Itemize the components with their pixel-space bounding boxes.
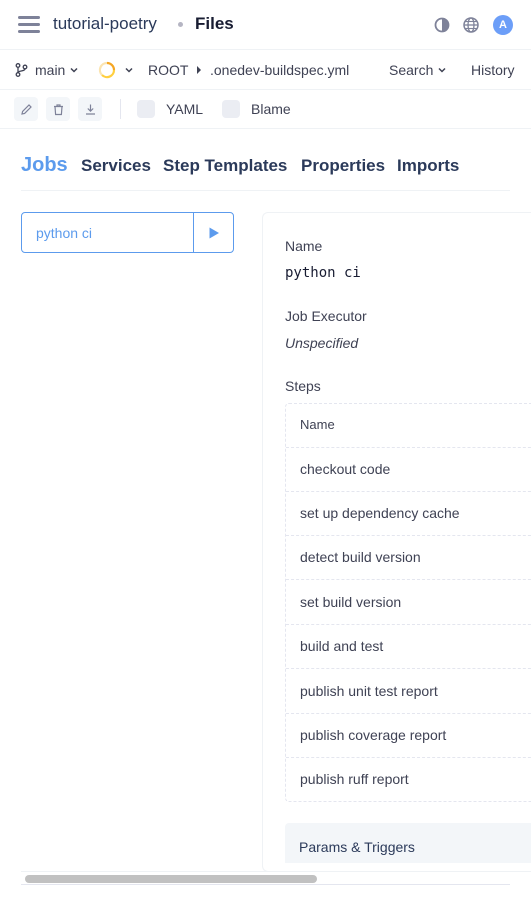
step-name: publish ruff report xyxy=(300,771,409,787)
build-status-selector[interactable] xyxy=(98,61,134,79)
steps-header-name: Name xyxy=(300,417,335,432)
buildspec-tabs: Jobs Services Step Templates Properties … xyxy=(21,152,510,191)
step-name: checkout code xyxy=(300,461,391,477)
name-value: python ci xyxy=(285,265,361,281)
job-detail-panel: Name python ci Job Executor Unspecified … xyxy=(262,212,531,872)
blame-label[interactable]: Blame xyxy=(251,101,291,117)
chevron-down-icon xyxy=(70,67,78,73)
edit-button[interactable] xyxy=(14,97,38,121)
menu-icon[interactable] xyxy=(18,14,40,34)
step-name: publish coverage report xyxy=(300,727,447,743)
name-label: Name xyxy=(285,238,323,254)
table-row[interactable]: set build version xyxy=(286,581,531,625)
project-breadcrumb[interactable]: tutorial-poetry xyxy=(53,14,157,34)
step-name: detect build version xyxy=(300,549,421,565)
executor-label: Job Executor xyxy=(285,308,367,324)
table-row[interactable]: checkout code xyxy=(286,448,531,492)
tab-imports[interactable]: Imports xyxy=(397,156,459,176)
download-icon xyxy=(85,104,95,115)
file-nav-bar: main ROOT .onedev-buildspec.yml Search H… xyxy=(0,50,531,90)
table-row[interactable]: set up dependency cache xyxy=(286,492,531,536)
blame-checkbox[interactable] xyxy=(222,100,240,118)
tab-properties[interactable]: Properties xyxy=(301,156,385,176)
executor-value: Unspecified xyxy=(285,335,359,351)
toolbar-divider xyxy=(120,99,121,119)
step-name: set up dependency cache xyxy=(300,505,460,521)
step-name: publish unit test report xyxy=(300,683,438,699)
tab-step-templates[interactable]: Step Templates xyxy=(163,156,287,176)
tab-jobs[interactable]: Jobs xyxy=(21,154,68,177)
page-title: Files xyxy=(195,14,234,33)
contrast-icon[interactable] xyxy=(432,15,452,35)
user-avatar[interactable]: A xyxy=(493,15,513,35)
chevron-down-icon xyxy=(125,67,133,73)
job-list-item: python ci xyxy=(21,212,234,253)
tab-services[interactable]: Services xyxy=(81,156,151,176)
branch-name: main xyxy=(35,62,66,78)
table-row[interactable]: publish ruff report xyxy=(286,758,531,802)
step-name: build and test xyxy=(300,638,384,654)
yaml-checkbox[interactable] xyxy=(137,100,155,118)
steps-label: Steps xyxy=(285,378,321,394)
params-triggers-section[interactable]: Params & Triggers xyxy=(285,823,531,863)
table-row[interactable]: build and test xyxy=(286,625,531,669)
yaml-label[interactable]: YAML xyxy=(166,101,203,117)
branch-icon xyxy=(15,63,28,77)
play-icon xyxy=(209,227,219,238)
delete-button[interactable] xyxy=(46,97,70,121)
horizontal-scrollbar[interactable] xyxy=(21,871,510,885)
params-triggers-label: Params & Triggers xyxy=(299,839,415,855)
steps-table: Name checkout code set up dependency cac… xyxy=(285,403,531,802)
table-row[interactable]: publish coverage report xyxy=(286,714,531,758)
search-label: Search xyxy=(389,62,434,78)
download-button[interactable] xyxy=(78,97,102,121)
history-link[interactable]: History xyxy=(471,62,515,78)
breadcrumb-separator xyxy=(178,22,183,27)
step-name: set build version xyxy=(300,594,402,610)
top-bar: tutorial-poetry Files A xyxy=(0,0,531,50)
file-toolbar: YAML Blame xyxy=(0,90,531,129)
search-button[interactable]: Search xyxy=(389,62,447,78)
path-root[interactable]: ROOT xyxy=(148,62,188,78)
run-job-button[interactable] xyxy=(193,213,233,252)
chevron-down-icon xyxy=(438,67,446,73)
steps-table-header: Name xyxy=(286,404,531,448)
table-row[interactable]: detect build version xyxy=(286,536,531,580)
job-name-link[interactable]: python ci xyxy=(22,213,193,252)
pencil-icon xyxy=(20,103,32,115)
table-row[interactable]: publish unit test report xyxy=(286,670,531,714)
scrollbar-thumb[interactable] xyxy=(25,875,317,883)
caret-right-icon xyxy=(197,66,201,74)
globe-icon[interactable] xyxy=(461,15,481,35)
path-file: .onedev-buildspec.yml xyxy=(210,62,350,78)
trash-icon xyxy=(53,103,63,115)
branch-selector[interactable]: main xyxy=(15,62,79,78)
build-running-icon xyxy=(98,61,116,79)
